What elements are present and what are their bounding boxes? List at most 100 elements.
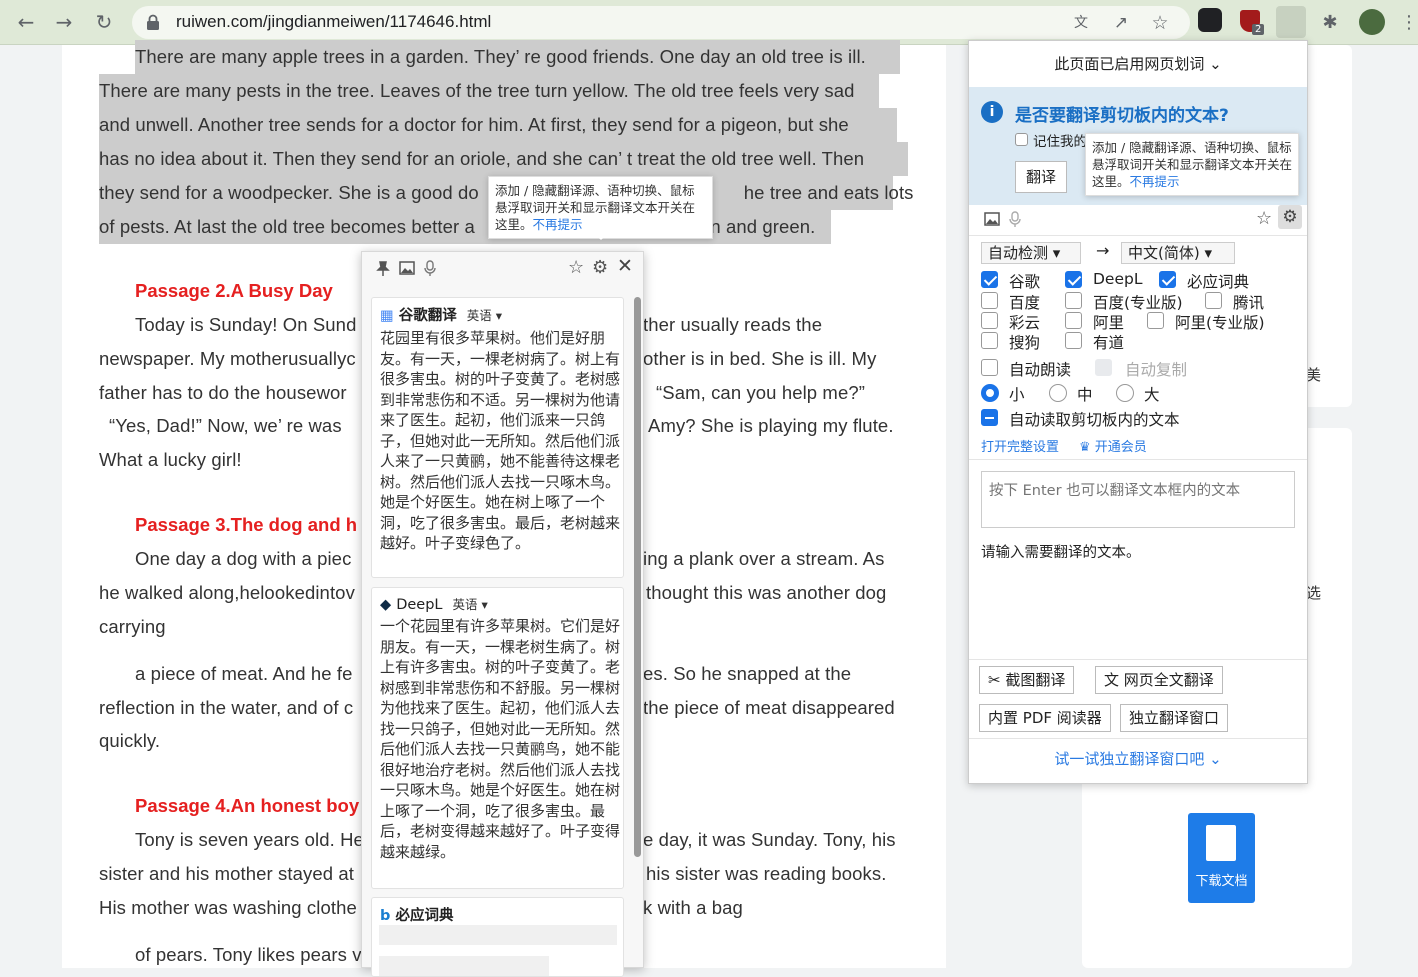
engine-checkbox-ali-pro[interactable] — [1147, 312, 1164, 329]
settings-gear-icon[interactable]: ⚙ — [592, 257, 608, 278]
translate-page-icon[interactable]: 文 — [1068, 10, 1094, 36]
size-medium-radio[interactable] — [1049, 384, 1067, 402]
auto-clipboard-checkbox[interactable] — [981, 409, 998, 426]
sidebar-fragment: 选 — [1306, 584, 1322, 602]
translate-input[interactable] — [981, 471, 1295, 528]
bookmark-star-icon[interactable]: ☆ — [1147, 10, 1173, 36]
image-icon[interactable] — [399, 261, 415, 275]
engine-checkbox-sogou[interactable] — [981, 332, 998, 349]
source-lang-dropdown[interactable]: 英语 ▾ — [453, 597, 488, 612]
browser-menu-icon[interactable]: ⋮ — [1396, 10, 1418, 36]
article-line: One day a dog with a piec — [135, 548, 352, 569]
source-language-select[interactable]: 自动检测 ▾ — [981, 242, 1081, 264]
article-line: His mother was washing clothe — [99, 897, 357, 918]
google-translation-text: 花园里有很多苹果树。他们是好朋友。有一天，一棵老树病了。树上有很多害虫。树的叶子… — [380, 329, 621, 552]
forward-icon[interactable]: → — [50, 8, 78, 36]
reload-icon[interactable]: ↻ — [90, 8, 118, 36]
article-line: he walked along,helookedintov — [99, 582, 355, 603]
close-icon[interactable]: ✕ — [617, 255, 633, 277]
back-icon[interactable]: ← — [12, 8, 40, 36]
card-header: ◆ DeepL 英语 ▾ — [380, 597, 488, 613]
deepl-card: ◆ DeepL 英语 ▾ 一个花园里有许多苹果树。它们是好朋友。有一天，一棵老树生… — [371, 587, 624, 889]
settings-tooltip: 添加 / 隐藏翻译源、语种切换、鼠标悬浮取词开关和显示翻译文本开关在这里。不再提… — [488, 176, 713, 239]
profile-avatar[interactable] — [1359, 9, 1385, 35]
crown-icon: ♛ — [1079, 440, 1091, 455]
passage-title: Passage 4.An honest boy — [135, 795, 360, 816]
settings-gear-icon[interactable]: ⚙ — [1278, 205, 1302, 229]
extensions-puzzle-icon[interactable]: ✱ — [1317, 10, 1343, 36]
open-settings-link[interactable]: 打开完整设置 — [981, 436, 1059, 455]
popup-scrollbar[interactable] — [634, 297, 641, 857]
article-line: “Sam, can you help me?” — [656, 382, 865, 403]
dont-show-again-link[interactable]: 不再提示 — [533, 217, 583, 232]
engine-checkbox-bing[interactable] — [1159, 271, 1176, 288]
favorite-star-icon[interactable]: ☆ — [568, 257, 584, 278]
screenshot-translate-button[interactable]: ✂ 截图翻译 — [979, 666, 1075, 694]
engine-checkbox-deepl[interactable] — [1065, 271, 1082, 288]
size-large-label: 大 — [1144, 386, 1160, 404]
share-icon[interactable]: ↗ — [1108, 10, 1134, 36]
translator-extension-icon[interactable] — [1276, 6, 1306, 38]
article-line: carrying — [99, 616, 166, 637]
target-language-select[interactable]: 中文(简体) ▾ — [1121, 242, 1235, 264]
size-small-radio[interactable] — [981, 384, 999, 402]
article-line: his sister was reading books. — [646, 863, 887, 884]
incognito-extension-icon[interactable] — [1198, 8, 1222, 32]
article-line: Amy? She is playing my flute. — [648, 415, 894, 436]
full-page-translate-button[interactable]: 文 网页全文翻译 — [1095, 666, 1223, 694]
favorite-star-icon[interactable]: ☆ — [1256, 208, 1272, 229]
engine-label: 搜狗 — [1009, 334, 1041, 352]
dont-show-again-link[interactable]: 不再提示 — [1130, 174, 1180, 189]
article-line: has no idea about it. Then they send for… — [99, 142, 908, 176]
bing-icon: b — [380, 908, 391, 924]
engine-checkbox-caiyun[interactable] — [981, 312, 998, 329]
vip-link[interactable]: ♛ 开通会员 — [1079, 436, 1147, 455]
info-icon: i — [981, 101, 1003, 123]
engine-checkbox-youdao[interactable] — [1065, 332, 1082, 349]
engine-checkbox-baidu-pro[interactable] — [1065, 292, 1082, 309]
standalone-window-button[interactable]: 独立翻译窗口 — [1120, 704, 1229, 732]
lock-icon[interactable] — [146, 14, 160, 31]
engine-checkbox-ali[interactable] — [1065, 312, 1082, 329]
remember-checkbox[interactable] — [1015, 133, 1028, 146]
article-line: father has to do the housewor — [99, 382, 347, 403]
translation-popup: ☆ ⚙ ✕ ▦ 谷歌翻译 英语 ▾ 花园里有很多苹果树。他们是好朋友。有一天，一棵… — [361, 251, 644, 977]
try-standalone-link[interactable]: 试一试独立翻译窗口吧 ⌄ — [969, 748, 1307, 769]
article-line: a piece of meat. And he fe — [135, 663, 353, 684]
divider — [969, 459, 1307, 460]
tooltip-arrow — [594, 233, 608, 240]
article-line: There are many pests in the tree. Leaves… — [99, 74, 879, 108]
article-line: and unwell. Another tree sends for a doc… — [99, 108, 897, 142]
article-line: reflection in the water, and of c — [99, 697, 354, 718]
microphone-icon[interactable] — [424, 260, 436, 276]
download-label: 下载文档 — [1195, 874, 1248, 889]
engine-checkbox-tencent[interactable] — [1205, 292, 1222, 309]
engine-label: 必应词典 — [1187, 273, 1250, 291]
auto-copy-checkbox[interactable] — [1095, 359, 1112, 376]
microphone-icon[interactable] — [1009, 211, 1021, 227]
pin-icon[interactable] — [376, 261, 390, 277]
article-line: k with a bag — [643, 897, 743, 918]
pdf-reader-button[interactable]: 内置 PDF 阅读器 — [979, 704, 1111, 732]
sidebar-fragment: 美 — [1306, 366, 1322, 384]
url-text[interactable]: ruiwen.com/jingdianmeiwen/1174646.html — [176, 12, 491, 32]
divider — [969, 738, 1307, 739]
translate-clipboard-button[interactable]: 翻译 — [1015, 161, 1068, 193]
settings-tooltip: 添加 / 隐藏翻译源、语种切换、鼠标悬浮取词开关和显示翻译文本开关在这里。不再提… — [1085, 133, 1299, 196]
image-icon[interactable] — [984, 212, 1000, 226]
engine-checkbox-baidu[interactable] — [981, 292, 998, 309]
article-line: “Yes, Dad!” Now, we’ re was — [109, 415, 342, 436]
passage-title: Passage 3.The dog and h — [135, 514, 358, 535]
document-icon — [1206, 825, 1236, 861]
download-document-button[interactable]: 下载文档 — [1188, 813, 1255, 903]
article-line: quickly. — [99, 730, 161, 751]
engine-checkbox-google[interactable] — [981, 271, 998, 288]
engine-label: 彩云 — [1009, 314, 1041, 332]
size-large-radio[interactable] — [1116, 384, 1134, 402]
auto-read-checkbox[interactable] — [981, 359, 998, 376]
source-lang-dropdown[interactable]: 英语 ▾ — [467, 308, 502, 323]
page-selection-status[interactable]: 此页面已启用网页划词 ⌄ — [969, 53, 1307, 74]
engine-label: 腾讯 — [1233, 294, 1265, 312]
scissors-icon: ✂ — [988, 671, 1001, 689]
google-translate-icon: ▦ — [380, 308, 394, 324]
